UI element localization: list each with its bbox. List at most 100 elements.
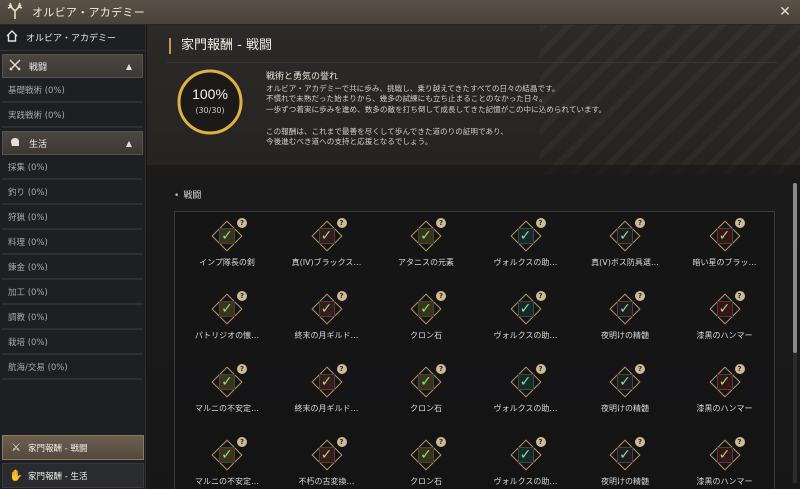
- reward-item[interactable]: ✓? 漆黒のハンマー: [675, 435, 775, 489]
- help-icon[interactable]: ?: [635, 437, 645, 447]
- help-icon[interactable]: ?: [336, 218, 347, 228]
- description-line: 今後進むべき道への支持と応援となるでしょう。: [266, 137, 433, 147]
- help-icon[interactable]: ?: [436, 291, 446, 301]
- help-icon[interactable]: ?: [535, 364, 546, 374]
- reward-item[interactable]: ✓? アタニスの元素: [376, 216, 476, 292]
- sidebar-item-training[interactable]: 調教 (0%): [2, 305, 143, 330]
- help-icon[interactable]: ?: [734, 218, 745, 228]
- window-title: オルビア・アカデミー: [32, 6, 145, 19]
- help-icon[interactable]: ?: [336, 437, 347, 447]
- reward-label: 終末の月ギルド…: [294, 404, 359, 413]
- sidebar-item-processing[interactable]: 加工 (0%): [2, 280, 143, 305]
- reward-label: クロン石: [410, 477, 442, 486]
- reward-label: 漆黒のハンマー: [696, 404, 753, 413]
- checkmark-icon: ✓: [619, 228, 631, 244]
- reward-icon: ✓: [310, 366, 343, 398]
- help-icon[interactable]: ?: [436, 437, 446, 447]
- reward-item[interactable]: ✓? 漆黒のハンマー: [675, 362, 775, 438]
- help-icon[interactable]: ?: [535, 291, 546, 301]
- reward-item[interactable]: ✓? 真(V)ボス防具選…: [575, 216, 675, 292]
- reward-item[interactable]: ✓? クロン石: [376, 362, 476, 438]
- reward-item[interactable]: ✓? 不朽の古変換…: [277, 435, 377, 489]
- tab-family-reward-life[interactable]: ✋ 家門報酬 - 生活: [2, 463, 144, 488]
- main-panel: 家門報酬 - 戦闘 100% (30/30) 戦術と勇気の誉れ オルビア・アカデ…: [147, 25, 800, 489]
- tab-family-reward-combat[interactable]: ⚔ 家門報酬 - 戦闘: [2, 435, 144, 460]
- help-icon[interactable]: ?: [237, 364, 247, 374]
- scrollbar[interactable]: [793, 183, 797, 483]
- reward-icon: ✓: [410, 366, 442, 398]
- sidebar-item-hunting[interactable]: 狩猟 (0%): [2, 205, 143, 230]
- sidebar-section-life[interactable]: 生活 ▲: [2, 131, 143, 155]
- sidebar-item-fishing[interactable]: 釣り (0%): [2, 180, 143, 205]
- reward-label: 真(IV)ブラックス…: [291, 258, 362, 267]
- checkmark-icon: ✓: [221, 301, 233, 317]
- help-icon[interactable]: ?: [734, 437, 745, 447]
- sidebar-item-gathering[interactable]: 採集 (0%): [2, 155, 143, 180]
- help-icon[interactable]: ?: [635, 218, 645, 228]
- close-icon[interactable]: ✕: [776, 3, 794, 21]
- help-icon[interactable]: ?: [535, 218, 546, 228]
- help-icon[interactable]: ?: [635, 291, 645, 301]
- reward-item[interactable]: ✓? パトリジオの懐…: [177, 289, 277, 365]
- checkmark-icon: ✓: [619, 374, 631, 390]
- reward-icon: ✓: [310, 293, 343, 325]
- help-icon[interactable]: ?: [734, 291, 745, 301]
- help-icon[interactable]: ?: [336, 364, 347, 374]
- reward-item[interactable]: ✓? 夜明けの精髄: [575, 289, 675, 365]
- reward-item[interactable]: ✓? ヴォルクスの助…: [476, 435, 576, 489]
- reward-icon: ✓: [211, 220, 243, 252]
- sidebar-item-alchemy[interactable]: 錬金 (0%): [2, 255, 143, 280]
- reward-label: 真(V)ボス防具選…: [591, 258, 659, 267]
- help-icon[interactable]: ?: [336, 291, 347, 301]
- reward-item[interactable]: ✓? 暗い星のブラッ…: [675, 216, 775, 292]
- sidebar-section-combat[interactable]: 戦闘 ▲: [2, 54, 143, 78]
- reward-icon: ✓: [211, 366, 243, 398]
- sidebar-item-practical-tactics[interactable]: 実践戦術 (0%): [2, 103, 143, 128]
- reward-icon: ✓: [410, 293, 442, 325]
- reward-item[interactable]: ✓? 終末の月ギルド…: [277, 362, 377, 438]
- checkmark-icon: ✓: [420, 447, 432, 463]
- reward-item[interactable]: ✓? 真(IV)ブラックス…: [277, 216, 377, 292]
- checkmark-icon: ✓: [420, 374, 432, 390]
- reward-item[interactable]: ✓? マルニの不安定…: [177, 435, 277, 489]
- reward-item[interactable]: ✓? 夜明けの精髄: [575, 362, 675, 438]
- reward-item[interactable]: ✓? ヴォルクスの助…: [476, 362, 576, 438]
- sidebar-home[interactable]: オルビア・アカデミー: [0, 25, 145, 51]
- checkmark-icon: ✓: [519, 301, 532, 317]
- help-icon[interactable]: ?: [535, 437, 546, 447]
- crossed-swords-icon: [7, 59, 23, 74]
- description-secondary: この報酬は、これまで最善を尽くして歩んできた道のりの証明であり、 今後進むべき道…: [266, 127, 786, 148]
- sidebar-item-farming[interactable]: 栽培 (0%): [2, 330, 143, 355]
- reward-item[interactable]: ✓? 終末の月ギルド…: [277, 289, 377, 365]
- sidebar-item-cooking[interactable]: 料理 (0%): [2, 230, 143, 255]
- checkmark-icon: ✓: [619, 447, 631, 463]
- help-icon[interactable]: ?: [734, 364, 745, 374]
- help-icon[interactable]: ?: [436, 364, 446, 374]
- scrollbar-thumb[interactable]: [793, 183, 797, 353]
- sidebar-item-sailing-trade[interactable]: 航海/交易 (0%): [2, 355, 143, 380]
- reward-item[interactable]: ✓? マルニの不安定…: [177, 362, 277, 438]
- help-icon[interactable]: ?: [237, 218, 247, 228]
- reward-item[interactable]: ✓? クロン石: [376, 289, 476, 365]
- reward-item[interactable]: ✓? 夜明けの精髄: [575, 435, 675, 489]
- reward-item[interactable]: ✓? インプ隊長の剣: [177, 216, 277, 292]
- reward-label: 夜明けの精髄: [601, 404, 649, 413]
- reward-label: 夜明けの精髄: [601, 477, 649, 486]
- help-icon[interactable]: ?: [237, 291, 247, 301]
- reward-item[interactable]: ✓? ヴォルクスの助…: [476, 289, 576, 365]
- reward-item[interactable]: ✓? 漆黒のハンマー: [675, 289, 775, 365]
- checkmark-icon: ✓: [519, 228, 532, 244]
- reward-label: 終末の月ギルド…: [294, 331, 359, 340]
- reward-label: 漆黒のハンマー: [696, 477, 753, 486]
- reward-icon: ✓: [310, 220, 343, 252]
- sidebar-item-basic-tactics[interactable]: 基礎戦術 (0%): [2, 78, 143, 103]
- reward-icon: ✓: [211, 293, 243, 325]
- reward-item[interactable]: ✓? ヴォルクスの助…: [476, 216, 576, 292]
- reward-item[interactable]: ✓? クロン石: [376, 435, 476, 489]
- help-icon[interactable]: ?: [635, 364, 645, 374]
- reward-label: ヴォルクスの助…: [493, 477, 558, 486]
- help-icon[interactable]: ?: [436, 218, 446, 228]
- help-icon[interactable]: ?: [237, 437, 247, 447]
- description-line: 不慣れで未熟だった始まりから、幾多の試練にも立ち止まることのなかった日々。: [266, 94, 547, 104]
- reward-label: マルニの不安定…: [195, 404, 259, 413]
